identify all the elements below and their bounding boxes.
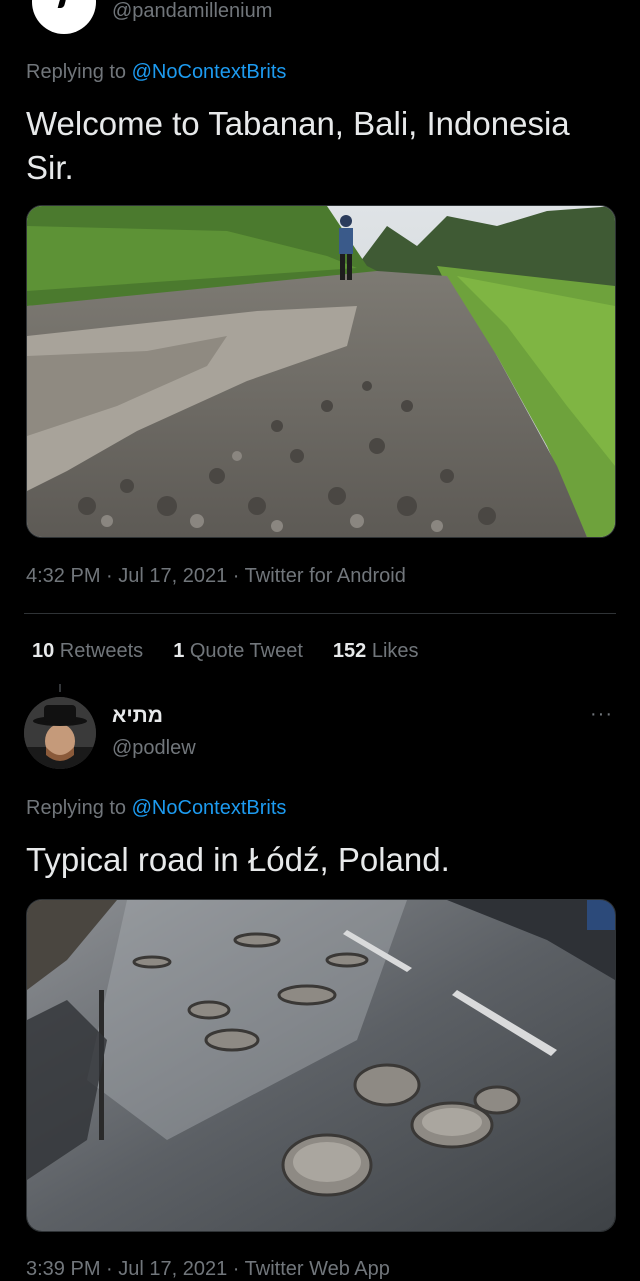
user-handle[interactable]: @pandamillenium: [112, 0, 272, 23]
tweet-photo[interactable]: [26, 205, 616, 538]
quotes-label: Quote Tweet: [184, 640, 303, 662]
thread-line: [59, 684, 61, 692]
tweet-text: Typical road in Łódź, Poland.: [26, 841, 450, 878]
replying-to: Replying to @NoContextBrits: [26, 797, 286, 820]
retweets-count: 10: [32, 640, 55, 662]
tweet-text: Welcome to Tabanan, Bali, Indonesia Sir.: [26, 102, 570, 190]
likes-stat[interactable]: 152 Likes: [333, 640, 419, 663]
likes-count: 152: [332, 640, 367, 662]
tweet-timestamp[interactable]: 3:39 PM · Jul 17, 2021 · Twitter Web App: [26, 1258, 390, 1281]
replying-to-label: Replying to: [26, 61, 132, 83]
quotes-stat[interactable]: 1 Quote Tweet: [173, 640, 303, 663]
tweet-stats: 10 Retweets 1 Quote Tweet 152 Likes: [32, 640, 419, 663]
likes-label: Likes: [366, 640, 419, 662]
avatar-logo-mark: [57, 0, 67, 8]
retweets-stat[interactable]: 10 Retweets: [32, 640, 143, 663]
mention-link[interactable]: @NoContextBrits: [132, 797, 287, 819]
avatar[interactable]: [24, 697, 96, 769]
replying-to-label: Replying to: [26, 797, 132, 819]
tweet-text-line: Sir.: [26, 149, 74, 186]
avatar-illustration: [24, 697, 96, 769]
road-photo-illustration: [27, 206, 615, 537]
tweet-photo[interactable]: [26, 899, 616, 1232]
user-handle[interactable]: @podlew: [112, 737, 196, 760]
tweet-text-line: Welcome to Tabanan, Bali, Indonesia: [26, 105, 570, 142]
avatar[interactable]: [32, 0, 96, 34]
divider: [24, 613, 616, 614]
mention-link[interactable]: @NoContextBrits: [132, 61, 287, 83]
replying-to: Replying to @NoContextBrits: [26, 61, 286, 84]
tweet-timestamp[interactable]: 4:32 PM · Jul 17, 2021 · Twitter for And…: [26, 565, 406, 588]
retweets-label: Retweets: [54, 640, 144, 662]
quotes-count: 1: [173, 640, 185, 662]
more-options-icon[interactable]: ···: [590, 703, 613, 726]
display-name[interactable]: מתיא: [112, 704, 163, 728]
road-photo-illustration: [27, 900, 615, 1231]
